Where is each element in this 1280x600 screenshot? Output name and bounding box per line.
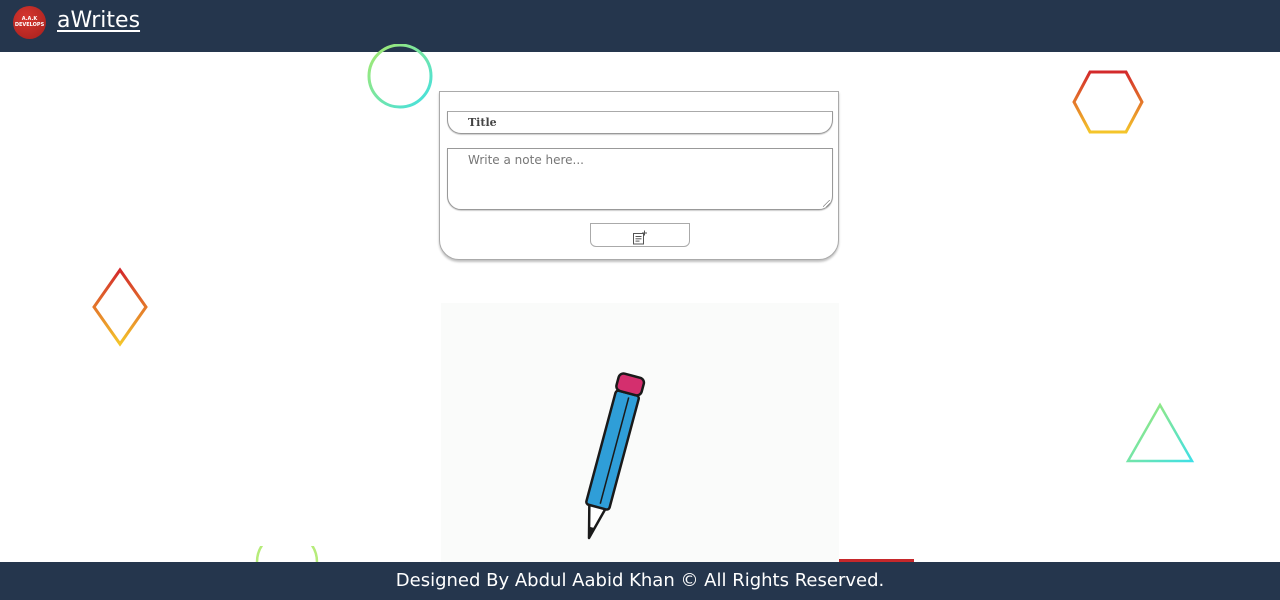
resize-grip-icon[interactable] (823, 200, 830, 207)
diamond-shape (92, 267, 148, 347)
logo[interactable]: A.A.K DEVELOPS (13, 6, 46, 39)
note-textarea[interactable] (447, 148, 833, 210)
pencil-illustration (441, 303, 839, 562)
brand-link[interactable]: aWrites (57, 8, 140, 33)
circle-shape (367, 44, 433, 109)
footer-text: Designed By Abdul Aabid Khan © All Right… (395, 570, 885, 591)
triangle-shape (1125, 402, 1195, 463)
title-input[interactable] (447, 111, 833, 134)
top-navbar: A.A.K DEVELOPS aWrites (0, 0, 1280, 52)
logo-text-line2: DEVELOPS (14, 22, 45, 28)
pencil-icon (585, 372, 646, 540)
circle-shape-bottom (255, 546, 319, 562)
note-add-icon (633, 230, 647, 244)
hexagon-shape (1072, 70, 1144, 134)
footer: Designed By Abdul Aabid Khan © All Right… (0, 562, 1280, 600)
add-note-button[interactable] (590, 223, 690, 247)
note-form (439, 91, 839, 260)
